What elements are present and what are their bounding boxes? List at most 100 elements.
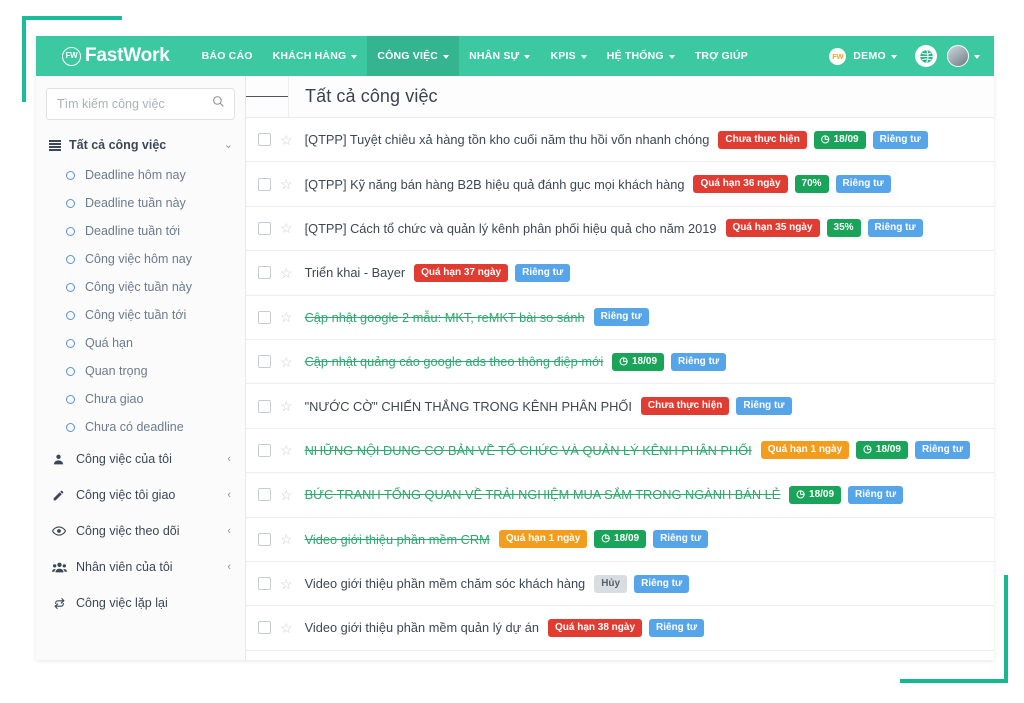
clock-icon: ◷ — [863, 445, 872, 455]
task-title[interactable]: Triển khai - Bayer — [305, 265, 406, 280]
status-badge: Riêng tư — [653, 530, 708, 548]
sidebar-filter-5[interactable]: Công việc tuần tới — [36, 301, 245, 329]
star-icon[interactable]: ☆ — [280, 577, 293, 591]
brand-logo[interactable]: FW FastWork — [36, 36, 192, 76]
task-checkbox[interactable] — [258, 311, 271, 324]
task-row[interactable]: ☆ Video giới thiệu phần mềm CRM Quá hạn 1 … — [246, 518, 994, 562]
status-badge: 70% — [795, 175, 829, 193]
task-row[interactable]: ☆ Video giới thiệu phần mềm chăm sóc khác… — [246, 562, 994, 606]
task-row[interactable]: ☆ BỨC TRANH TỔNG QUAN VỀ TRẢI NGHIỆM MUA … — [246, 473, 994, 517]
task-checkbox[interactable] — [258, 355, 271, 368]
star-icon[interactable]: ☆ — [280, 355, 293, 369]
sidebar-filter-2[interactable]: Deadline tuần tới — [36, 217, 245, 245]
task-checkbox[interactable] — [258, 577, 271, 590]
sidebar-group-label: Công việc lặp lại — [76, 596, 168, 610]
sidebar-group-4[interactable]: Công việc lặp lại — [36, 585, 245, 621]
sidebar-filter-8[interactable]: Chưa giao — [36, 385, 245, 413]
status-badge-label: Riêng tư — [522, 268, 563, 278]
task-row[interactable]: ☆ NHỮNG NỘI DUNG CƠ BẢN VỀ TỔ CHỨC VÀ QUẢ… — [246, 429, 994, 473]
task-badges: ◷18/09Riêng tư — [612, 353, 726, 371]
nav-item-1[interactable]: KHÁCH HÀNG — [263, 36, 368, 76]
sidebar-filter-0[interactable]: Deadline hôm nay — [36, 161, 245, 189]
sidebar-filter-label: Chưa có deadline — [85, 420, 184, 434]
task-checkbox[interactable] — [258, 621, 271, 634]
star-icon[interactable]: ☆ — [280, 399, 293, 413]
sidebar-filter-9[interactable]: Chưa có deadline — [36, 413, 245, 441]
task-row[interactable]: ☆ Video giới thiệu phần mềm quản lý dự án… — [246, 606, 994, 650]
sidebar-filter-label: Deadline tuần tới — [85, 224, 180, 238]
task-checkbox[interactable] — [258, 266, 271, 279]
nav-item-2[interactable]: CÔNG VIỆC — [367, 36, 459, 76]
status-badge: Riêng tư — [915, 441, 970, 459]
hamburger-icon[interactable] — [246, 76, 289, 117]
task-checkbox[interactable] — [258, 533, 271, 546]
nav-item-5[interactable]: HỆ THỐNG — [597, 36, 685, 76]
sidebar-group-3[interactable]: Nhân viên của tôi‹ — [36, 549, 245, 585]
chevron-left-icon: ‹ — [227, 490, 231, 501]
nav-item-4[interactable]: KPIS — [540, 36, 596, 76]
star-icon[interactable]: ☆ — [280, 133, 293, 147]
task-checkbox[interactable] — [258, 133, 271, 146]
app-body: Tất cả công việc ⌄ Deadline hôm nayDeadl… — [36, 76, 994, 660]
status-badge-label: Quá hạn 1 ngày — [506, 534, 580, 544]
task-row[interactable]: ☆ Cập nhật google 2 mẫu: MKT, reMKT bài s… — [246, 296, 994, 340]
nav-item-label: CÔNG VIỆC — [377, 50, 438, 62]
star-icon[interactable]: ☆ — [280, 177, 293, 191]
sidebar-group-label: Công việc tôi giao — [76, 488, 175, 502]
chevron-left-icon: ‹ — [227, 454, 231, 465]
task-title[interactable]: Video giới thiệu phần mềm quản lý dự án — [305, 620, 539, 635]
task-title[interactable]: [QTPP] Kỹ năng bán hàng B2B hiệu quả đán… — [305, 177, 685, 192]
task-title[interactable]: Video giới thiệu phần mềm CRM — [305, 532, 490, 547]
brand-name: FastWork — [85, 45, 170, 67]
status-badge: ◷18/09 — [814, 131, 866, 149]
task-title[interactable]: NHỮNG NỘI DUNG CƠ BẢN VỀ TỔ CHỨC VÀ QUẢN… — [305, 443, 752, 458]
task-row[interactable]: ☆ Cập nhật quảng cáo google ads theo thôn… — [246, 340, 994, 384]
task-checkbox[interactable] — [258, 178, 271, 191]
task-title[interactable]: "NƯỚC CỜ" CHIẾN THẮNG TRONG KÊNH PHÂN PH… — [305, 399, 632, 414]
user-icon — [52, 453, 70, 466]
sidebar-filter-1[interactable]: Deadline tuần này — [36, 189, 245, 217]
task-checkbox[interactable] — [258, 488, 271, 501]
user-menu[interactable] — [947, 45, 980, 67]
task-checkbox[interactable] — [258, 222, 271, 235]
search-input[interactable] — [47, 89, 234, 119]
account-dropdown[interactable]: FW DEMO — [821, 48, 905, 65]
star-icon[interactable]: ☆ — [280, 310, 293, 324]
search-box[interactable] — [46, 88, 235, 120]
task-title[interactable]: [QTPP] Tuyệt chiêu xả hàng tồn kho cuối … — [305, 132, 710, 147]
task-title[interactable]: BỨC TRANH TỔNG QUAN VỀ TRẢI NGHIỆM MUA S… — [305, 487, 781, 502]
nav-item-0[interactable]: BÁO CÁO — [192, 36, 263, 76]
sidebar-group-0[interactable]: Công việc của tôi‹ — [36, 441, 245, 477]
sidebar-filter-3[interactable]: Công việc hôm nay — [36, 245, 245, 273]
task-row[interactable]: ☆Triển khai - BayerQuá hạn 37 ngàyRiêng … — [246, 251, 994, 295]
status-badge-label: 18/09 — [809, 490, 834, 500]
star-icon[interactable]: ☆ — [280, 621, 293, 635]
task-checkbox[interactable] — [258, 400, 271, 413]
star-icon[interactable]: ☆ — [280, 488, 293, 502]
nav-item-3[interactable]: NHÂN SỰ — [459, 36, 540, 76]
task-title[interactable]: Cập nhật quảng cáo google ads theo thông… — [305, 354, 604, 369]
task-row[interactable]: ☆ "NƯỚC CỜ" CHIẾN THẮNG TRONG KÊNH PHÂN P… — [246, 384, 994, 428]
status-badge: ◷18/09 — [612, 353, 664, 371]
task-title[interactable]: Cập nhật google 2 mẫu: MKT, reMKT bài so… — [305, 310, 585, 325]
sidebar-filter-6[interactable]: Quá hạn — [36, 329, 245, 357]
task-title[interactable]: Video giới thiệu phần mềm chăm sóc khách… — [305, 576, 586, 591]
star-icon[interactable]: ☆ — [280, 532, 293, 546]
sidebar-section-all-tasks[interactable]: Tất cả công việc ⌄ — [36, 131, 245, 161]
task-title[interactable]: [QTPP] Cách tổ chức và quản lý kênh phân… — [305, 221, 717, 236]
star-icon[interactable]: ☆ — [280, 443, 293, 457]
task-checkbox[interactable] — [258, 444, 271, 457]
task-row[interactable]: ☆ [QTPP] Tuyệt chiêu xả hàng tồn kho cuối… — [246, 118, 994, 162]
sidebar-filter-4[interactable]: Công việc tuần này — [36, 273, 245, 301]
sidebar-filter-7[interactable]: Quan trọng — [36, 357, 245, 385]
status-badge-label: 18/09 — [876, 445, 901, 455]
sidebar-group-2[interactable]: Công việc theo dõi‹ — [36, 513, 245, 549]
nav-item-6[interactable]: TRỢ GIÚP — [685, 36, 758, 76]
globe-icon[interactable] — [915, 45, 937, 67]
sidebar: Tất cả công việc ⌄ Deadline hôm nayDeadl… — [36, 76, 246, 660]
star-icon[interactable]: ☆ — [280, 266, 293, 280]
task-row[interactable]: ☆ [QTPP] Kỹ năng bán hàng B2B hiệu quả đá… — [246, 162, 994, 206]
task-row[interactable]: ☆ [QTPP] Cách tổ chức và quản lý kênh phâ… — [246, 207, 994, 251]
sidebar-group-1[interactable]: Công việc tôi giao ‹ — [36, 477, 245, 513]
star-icon[interactable]: ☆ — [280, 221, 293, 235]
